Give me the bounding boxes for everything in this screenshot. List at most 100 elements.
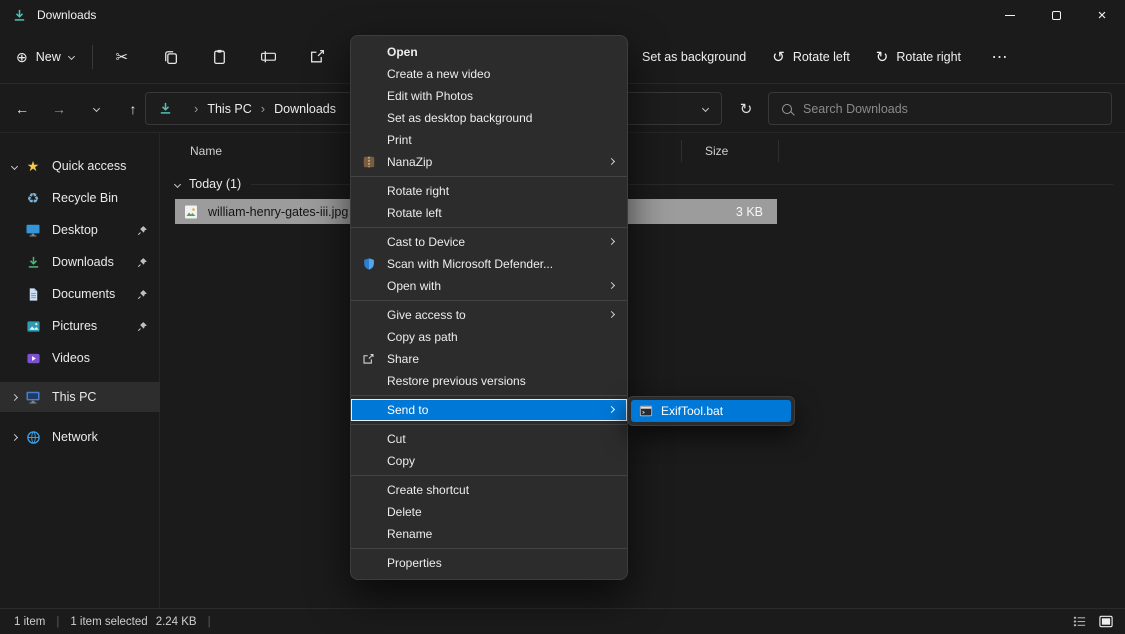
menu-item-copy[interactable]: Copy: [351, 450, 627, 472]
set-as-background-button[interactable]: Set as background: [642, 50, 746, 64]
pin-icon: [137, 289, 148, 300]
file-list-pane: Name Size Today (1) william-henry-gates-…: [161, 133, 1125, 608]
breadcrumb-downloads[interactable]: Downloads: [274, 102, 336, 116]
sidebar-item-desktop[interactable]: Desktop: [0, 215, 160, 245]
file-name: william-henry-gates-iii.jpg: [208, 205, 348, 219]
sidebar-item-downloads[interactable]: Downloads: [0, 247, 160, 277]
thumbnail-view-button[interactable]: [1095, 612, 1117, 632]
minimize-button[interactable]: [987, 0, 1033, 30]
menu-item-send-to[interactable]: Send to: [351, 399, 627, 421]
breadcrumb-separator: ›: [194, 101, 198, 116]
group-label: Today (1): [189, 177, 241, 191]
forward-button[interactable]: →: [49, 98, 69, 120]
sidebar-item-this-pc[interactable]: This PC: [0, 382, 160, 412]
chevron-right-icon[interactable]: [10, 433, 17, 440]
search-input[interactable]: [803, 102, 1098, 116]
menu-item-give-access-to[interactable]: Give access to: [351, 304, 627, 326]
menu-separator: [351, 548, 627, 549]
menu-item-delete[interactable]: Delete: [351, 501, 627, 523]
menu-item-cut[interactable]: Cut: [351, 428, 627, 450]
menu-item-print[interactable]: Print: [351, 129, 627, 151]
pin-icon: [137, 225, 148, 236]
sidebar-item-pictures[interactable]: Pictures: [0, 311, 160, 341]
share-icon: [362, 353, 375, 366]
menu-item-edit-with-photos[interactable]: Edit with Photos: [351, 85, 627, 107]
address-dropdown-chevron-icon[interactable]: [702, 105, 709, 112]
jpg-file-icon: [183, 204, 199, 220]
item-count: 1 item: [14, 616, 45, 628]
menu-item-open-with[interactable]: Open with: [351, 275, 627, 297]
new-button[interactable]: ⊕ New: [16, 50, 74, 64]
rotate-right-label: Rotate right: [896, 50, 961, 64]
sidebar-item-quick-access[interactable]: ★ Quick access: [0, 151, 160, 181]
menu-item-restore-previous-versions[interactable]: Restore previous versions: [351, 370, 627, 392]
menu-item-create-shortcut[interactable]: Create shortcut: [351, 479, 627, 501]
sidebar-item-documents[interactable]: Documents: [0, 279, 160, 309]
close-button[interactable]: ×: [1079, 0, 1125, 30]
menu-item-scan-with-microsoft-defender[interactable]: Scan with Microsoft Defender...: [351, 253, 627, 275]
refresh-button[interactable]: ↻: [733, 92, 759, 125]
search-box[interactable]: [768, 92, 1112, 125]
thumbnail-view-icon: [1098, 614, 1114, 629]
chevron-down-icon[interactable]: [10, 162, 17, 169]
search-icon: [782, 104, 792, 114]
column-divider[interactable]: [681, 140, 682, 162]
rename-icon: [260, 48, 277, 65]
details-view-icon: [1072, 614, 1087, 629]
videos-icon: [24, 351, 42, 366]
breadcrumb-separator: ›: [261, 101, 265, 116]
submenu-item-label: ExifTool.bat: [661, 404, 723, 418]
breadcrumb-this-pc[interactable]: This PC: [207, 102, 251, 116]
cut-button[interactable]: ✂: [109, 44, 135, 70]
menu-item-share[interactable]: Share: [351, 348, 627, 370]
context-menu: Open Create a new video Edit with Photos…: [350, 35, 628, 580]
sidebar-item-network[interactable]: Network: [0, 422, 160, 452]
chevron-right-icon[interactable]: [10, 393, 17, 400]
menu-item-rotate-left[interactable]: Rotate left: [351, 202, 627, 224]
menu-item-rotate-right[interactable]: Rotate right: [351, 180, 627, 202]
maximize-button[interactable]: [1033, 0, 1079, 30]
menu-item-properties[interactable]: Properties: [351, 552, 627, 574]
ellipsis-icon: ⋯: [992, 47, 1009, 67]
rotate-right-button[interactable]: ↻ Rotate right: [876, 50, 961, 65]
details-view-button[interactable]: [1068, 612, 1090, 632]
sidebar-item-videos[interactable]: Videos: [0, 343, 160, 373]
submenu-item-exiftool-bat[interactable]: ExifTool.bat: [631, 400, 791, 422]
up-button[interactable]: ↑: [123, 98, 143, 120]
rename-button[interactable]: [256, 44, 282, 70]
group-header-today[interactable]: Today (1): [175, 174, 1113, 194]
back-button[interactable]: ←: [12, 98, 32, 120]
menu-separator: [351, 395, 627, 396]
menu-item-open[interactable]: Open: [351, 41, 627, 63]
menu-item-copy-as-path[interactable]: Copy as path: [351, 326, 627, 348]
paste-button[interactable]: [207, 44, 233, 70]
image-command-group: Set as background ↺ Rotate left ↻ Rotate…: [642, 30, 1013, 84]
share-button[interactable]: [305, 44, 331, 70]
more-options-button[interactable]: ⋯: [987, 44, 1013, 70]
menu-item-nanazip[interactable]: NanaZip: [351, 151, 627, 173]
toolbar-icon-group: ✂: [109, 44, 331, 70]
chevron-down-icon[interactable]: [174, 180, 181, 187]
menu-item-rename[interactable]: Rename: [351, 523, 627, 545]
menu-item-set-as-desktop-background[interactable]: Set as desktop background: [351, 107, 627, 129]
recent-locations-button[interactable]: [86, 98, 106, 120]
menu-separator: [351, 424, 627, 425]
column-header-name[interactable]: Name: [190, 144, 222, 158]
column-divider[interactable]: [778, 140, 779, 162]
navigation-pane: ★ Quick access ♻ Recycle Bin Desktop Dow…: [0, 133, 160, 608]
documents-icon: [24, 287, 42, 302]
toolbar-divider: [92, 45, 93, 69]
column-header-size[interactable]: Size: [705, 144, 728, 158]
menu-separator: [351, 475, 627, 476]
status-divider: |: [56, 616, 59, 628]
menu-item-create-a-new-video[interactable]: Create a new video: [351, 63, 627, 85]
view-toggle-group: [1068, 612, 1117, 632]
menu-item-cast-to-device[interactable]: Cast to Device: [351, 231, 627, 253]
star-icon: ★: [24, 159, 42, 173]
downloads-icon: [24, 255, 42, 270]
selection-count: 1 item selected: [70, 616, 147, 628]
sidebar-item-recycle-bin[interactable]: ♻ Recycle Bin: [0, 183, 160, 213]
rotate-left-button[interactable]: ↺ Rotate left: [772, 50, 850, 65]
copy-button[interactable]: [158, 44, 184, 70]
file-explorer-window: Downloads × ⊕ New ✂: [0, 0, 1125, 634]
